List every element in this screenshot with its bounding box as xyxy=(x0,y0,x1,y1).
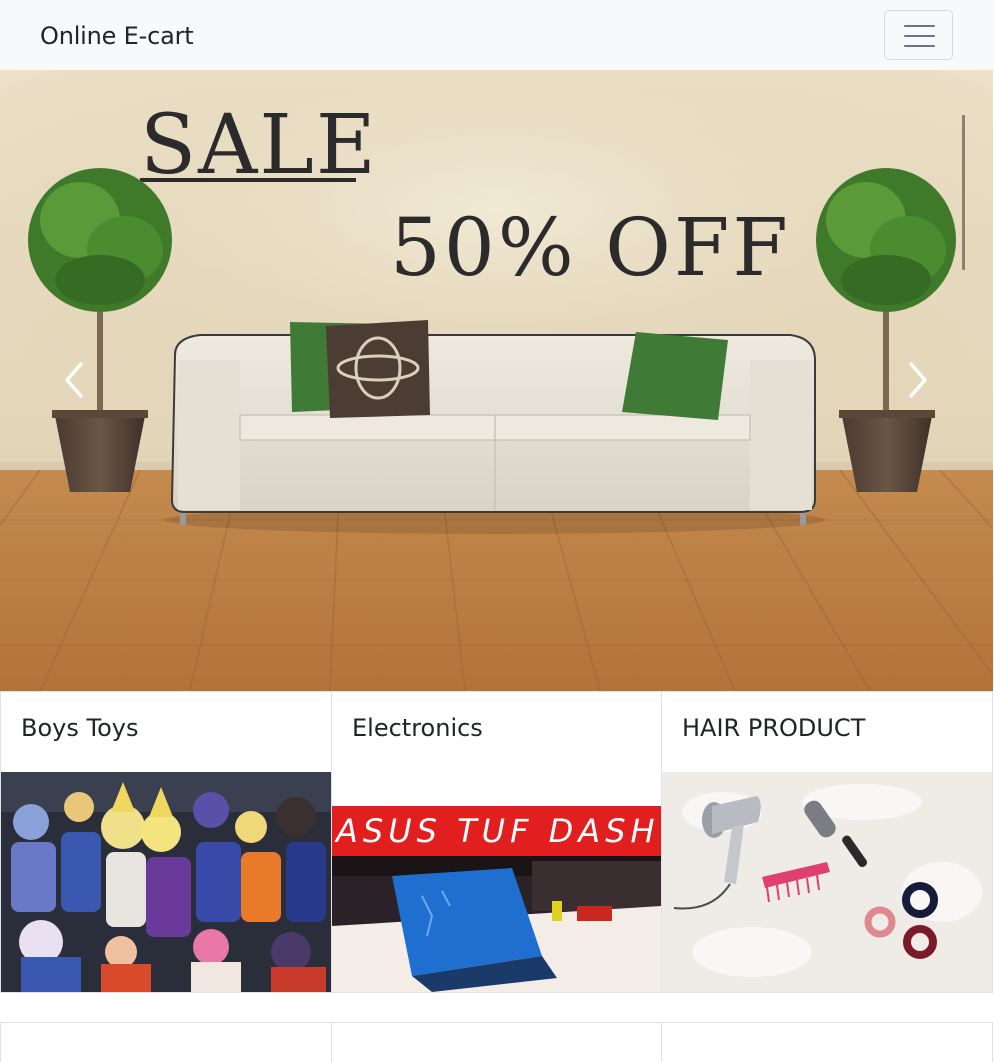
category-card-hair-product[interactable]: HAIR PRODUCT xyxy=(661,691,993,993)
card-title: Boys Toys xyxy=(21,714,139,742)
chevron-left-icon xyxy=(65,362,83,398)
navbar-brand[interactable]: Online E-cart xyxy=(40,22,194,50)
category-card-electronics[interactable]: Electronics ASUS TUF DASH F15 xyxy=(331,691,662,993)
hero-carousel: SALE 50% OFF xyxy=(0,70,993,691)
card-title: Electronics xyxy=(352,714,483,742)
chevron-right-icon xyxy=(909,362,927,398)
discount-text: 50% OFF xyxy=(390,201,791,294)
category-card-row2-2[interactable] xyxy=(331,1022,662,1062)
carousel-next-button[interactable] xyxy=(898,350,938,410)
category-card-row2-1[interactable] xyxy=(0,1022,332,1062)
carousel-prev-button[interactable] xyxy=(54,350,94,410)
electronics-image-caption: ASUS TUF DASH F15 xyxy=(334,812,662,850)
electronics-image[interactable]: ASUS TUF DASH F15 xyxy=(332,806,662,992)
navbar-toggler-button[interactable] xyxy=(884,10,953,60)
card-title: HAIR PRODUCT xyxy=(682,714,866,742)
boys-toys-image[interactable] xyxy=(1,772,331,992)
sale-banner-image: SALE 50% OFF xyxy=(0,70,993,691)
hair-product-image[interactable] xyxy=(662,772,992,992)
category-card-boys-toys[interactable]: Boys Toys xyxy=(0,691,332,993)
category-card-row2-3[interactable] xyxy=(661,1022,993,1062)
sofa xyxy=(165,320,825,534)
navbar: Online E-cart xyxy=(0,0,994,70)
